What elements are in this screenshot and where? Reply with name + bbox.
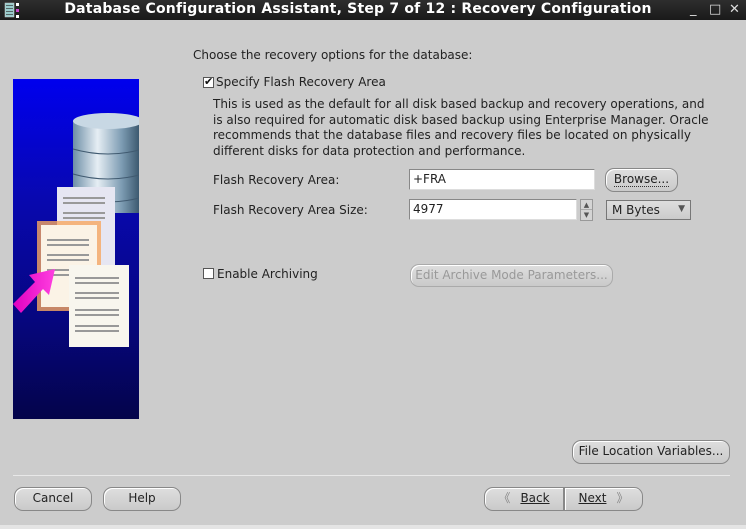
window-bottom-edge: [0, 525, 746, 529]
window-title: Database Configuration Assistant, Step 7…: [64, 1, 652, 17]
back-arrow-icon: 《: [498, 491, 511, 505]
browse-button[interactable]: Browse...: [605, 168, 678, 192]
size-unit-value: M Bytes: [612, 203, 660, 217]
flash-recovery-area-label: Flash Recovery Area:: [213, 173, 340, 187]
enable-archiving-checkbox[interactable]: [203, 268, 214, 279]
size-unit-select[interactable]: M Bytes ▼: [606, 200, 691, 220]
size-spinner[interactable]: ▲ ▼: [580, 199, 593, 221]
specify-flash-recovery-checkbox[interactable]: [203, 75, 214, 88]
next-button-label: Next: [578, 491, 607, 505]
back-button[interactable]: 《 Back: [484, 487, 564, 511]
edit-archive-mode-parameters-button[interactable]: Edit Archive Mode Parameters...: [410, 264, 613, 287]
spin-down-icon[interactable]: ▼: [581, 210, 592, 220]
flash-recovery-size-label: Flash Recovery Area Size:: [213, 203, 368, 217]
spin-up-icon[interactable]: ▲: [581, 200, 592, 210]
recovery-illustration: [13, 79, 139, 419]
flash-recovery-size-input[interactable]: 4977: [409, 199, 577, 220]
browse-button-label: Browse...: [613, 172, 670, 187]
help-button[interactable]: Help: [103, 487, 181, 511]
next-arrow-icon: 》: [616, 491, 629, 505]
flash-recovery-area-input[interactable]: +FRA: [409, 169, 595, 190]
specify-flash-recovery-label[interactable]: Specify Flash Recovery Area: [216, 75, 386, 89]
maximize-button[interactable]: □: [709, 2, 721, 17]
title-bar: Database Configuration Assistant, Step 7…: [0, 0, 746, 20]
footer-divider: [13, 475, 730, 476]
file-location-variables-button[interactable]: File Location Variables...: [572, 440, 730, 464]
next-button[interactable]: Next 》: [564, 487, 643, 511]
minimize-button[interactable]: _: [690, 2, 697, 17]
intro-text: Choose the recovery options for the data…: [193, 48, 473, 62]
database-documents-icon: [13, 113, 139, 347]
chevron-down-icon: ▼: [678, 204, 685, 214]
back-button-label: Back: [520, 491, 550, 505]
close-button[interactable]: ✕: [729, 2, 740, 17]
enable-archiving-label[interactable]: Enable Archiving: [217, 267, 318, 281]
cancel-button[interactable]: Cancel: [14, 487, 92, 511]
flash-recovery-description: This is used as the default for all disk…: [213, 97, 709, 158]
